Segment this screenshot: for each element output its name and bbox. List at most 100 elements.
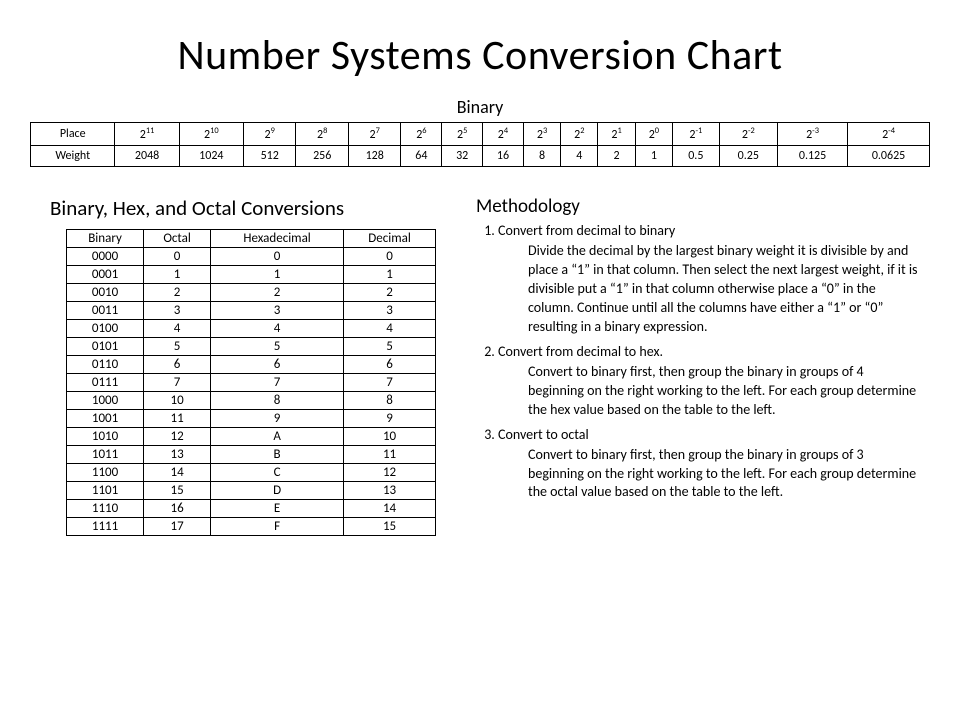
table-cell: E xyxy=(211,500,344,518)
place-weight-table: Place 211 210 29 28 27 26 25 24 23 22 21… xyxy=(30,122,930,167)
place-cell: 20 xyxy=(635,123,672,146)
weight-cell: 0.5 xyxy=(673,146,720,167)
table-cell: 8 xyxy=(344,392,436,410)
methodology-list: Convert from decimal to binary Divide th… xyxy=(476,222,920,502)
table-cell: 0111 xyxy=(67,374,144,392)
table-cell: 7 xyxy=(144,374,211,392)
place-cell: 2-3 xyxy=(778,123,848,146)
weight-cell: 0.0625 xyxy=(848,146,930,167)
table-row: 0000000 xyxy=(67,248,436,266)
table-row: 0100444 xyxy=(67,320,436,338)
table-cell: 3 xyxy=(144,302,211,320)
weight-cell: 16 xyxy=(483,146,524,167)
weight-cell: 4 xyxy=(561,146,598,167)
weight-cell: 128 xyxy=(348,146,401,167)
place-cell: 25 xyxy=(442,123,483,146)
place-cell: 23 xyxy=(523,123,560,146)
weight-cell: 64 xyxy=(401,146,442,167)
weight-cell: 2048 xyxy=(115,146,179,167)
weight-cell: 8 xyxy=(523,146,560,167)
table-cell: 1 xyxy=(344,266,436,284)
col-header-decimal: Decimal xyxy=(344,230,436,248)
table-cell: 5 xyxy=(211,338,344,356)
list-item: Convert from decimal to hex. Convert to … xyxy=(498,343,920,420)
table-cell: C xyxy=(211,464,344,482)
table-cell: 13 xyxy=(344,482,436,500)
place-cell: 22 xyxy=(561,123,598,146)
table-row: 0010222 xyxy=(67,284,436,302)
table-cell: 0100 xyxy=(67,320,144,338)
table-cell: 1110 xyxy=(67,500,144,518)
table-cell: 0001 xyxy=(67,266,144,284)
table-cell: 0 xyxy=(211,248,344,266)
table-row: 0011333 xyxy=(67,302,436,320)
table-header-row: Binary Octal Hexadecimal Decimal xyxy=(67,230,436,248)
table-cell: 5 xyxy=(144,338,211,356)
table-cell: D xyxy=(211,482,344,500)
table-cell: B xyxy=(211,446,344,464)
place-row-label: Place xyxy=(31,123,115,146)
table-cell: 1 xyxy=(144,266,211,284)
table-cell: 2 xyxy=(211,284,344,302)
list-item: Convert from decimal to binary Divide th… xyxy=(498,222,920,337)
table-cell: 2 xyxy=(144,284,211,302)
methodology-body: Divide the decimal by the largest binary… xyxy=(528,242,920,336)
weight-cell: 32 xyxy=(442,146,483,167)
page-title: Number Systems Conversion Chart xyxy=(30,30,930,81)
table-cell: 12 xyxy=(344,464,436,482)
weight-cell: 0.125 xyxy=(778,146,848,167)
conversion-table: Binary Octal Hexadecimal Decimal 0000000… xyxy=(66,229,436,536)
place-cell: 27 xyxy=(348,123,401,146)
table-row: 10001088 xyxy=(67,392,436,410)
place-cell: 24 xyxy=(483,123,524,146)
table-cell: 6 xyxy=(344,356,436,374)
weight-cell: 2 xyxy=(598,146,635,167)
table-cell: 1001 xyxy=(67,410,144,428)
table-cell: F xyxy=(211,518,344,536)
table-cell: 1111 xyxy=(67,518,144,536)
table-cell: 2 xyxy=(344,284,436,302)
binary-section-label: Binary xyxy=(30,96,930,118)
table-cell: 11 xyxy=(344,446,436,464)
table-cell: 7 xyxy=(211,374,344,392)
table-cell: 0000 xyxy=(67,248,144,266)
table-cell: 1000 xyxy=(67,392,144,410)
place-cell: 211 xyxy=(115,123,179,146)
table-cell: 0010 xyxy=(67,284,144,302)
table-cell: 17 xyxy=(144,518,211,536)
table-cell: 0 xyxy=(344,248,436,266)
table-cell: 1 xyxy=(211,266,344,284)
place-cell: 29 xyxy=(243,123,296,146)
table-row: 111117F15 xyxy=(67,518,436,536)
weight-cell: 1024 xyxy=(179,146,243,167)
weight-cell: 1 xyxy=(635,146,672,167)
methodology-heading: Convert from decimal to binary xyxy=(498,222,675,239)
place-cell: 28 xyxy=(296,123,349,146)
place-cell: 2-4 xyxy=(848,123,930,146)
table-cell: 10 xyxy=(344,428,436,446)
table-cell: 1101 xyxy=(67,482,144,500)
table-cell: 14 xyxy=(344,500,436,518)
table-row: 10011199 xyxy=(67,410,436,428)
table-cell: 12 xyxy=(144,428,211,446)
place-cell: 21 xyxy=(598,123,635,146)
list-item: Convert to octal Convert to binary first… xyxy=(498,426,920,503)
table-cell: 0 xyxy=(144,248,211,266)
table-cell: 5 xyxy=(344,338,436,356)
table-cell: 4 xyxy=(211,320,344,338)
table-cell: 15 xyxy=(344,518,436,536)
place-cell: 2-1 xyxy=(673,123,720,146)
table-cell: 10 xyxy=(144,392,211,410)
table-cell: 4 xyxy=(144,320,211,338)
table-cell: 16 xyxy=(144,500,211,518)
methodology-title: Methodology xyxy=(476,195,920,218)
methodology-body: Convert to binary first, then group the … xyxy=(528,446,920,503)
col-header-binary: Binary xyxy=(67,230,144,248)
conversion-table-title: Binary, Hex, and Octal Conversions xyxy=(50,195,436,221)
methodology-heading: Convert from decimal to hex. xyxy=(498,343,663,360)
table-row: Place 211 210 29 28 27 26 25 24 23 22 21… xyxy=(31,123,930,146)
table-row: 110115D13 xyxy=(67,482,436,500)
table-cell: 1010 xyxy=(67,428,144,446)
table-cell: 14 xyxy=(144,464,211,482)
table-cell: 3 xyxy=(211,302,344,320)
